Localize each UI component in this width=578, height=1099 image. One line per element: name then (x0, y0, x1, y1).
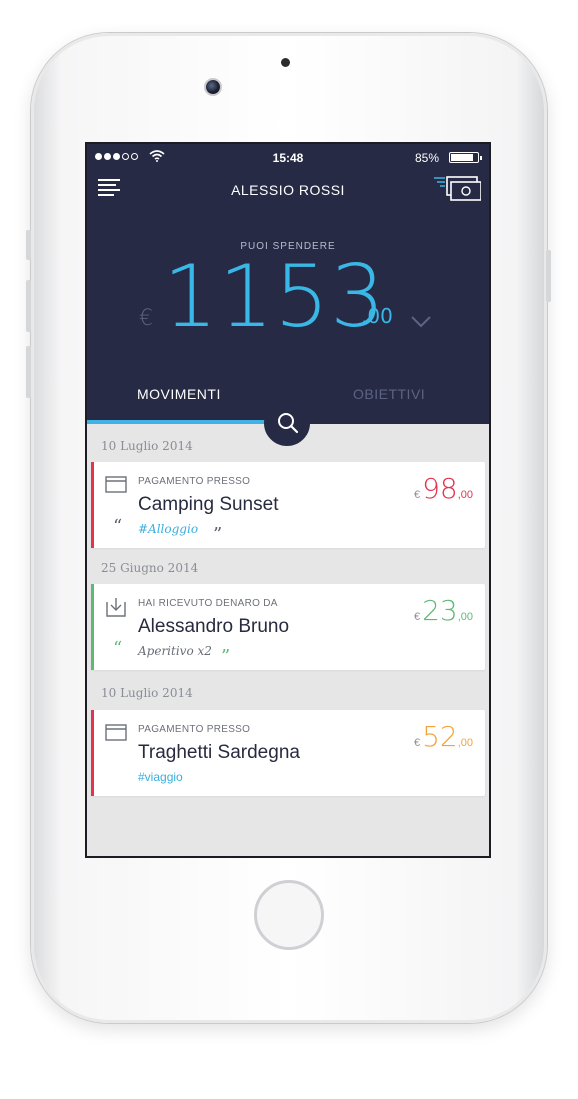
status-bar-indicator (91, 710, 94, 796)
transaction-tag[interactable]: #Alloggio (138, 522, 198, 536)
transaction-card[interactable]: HAI RICEVUTO DENARO DA Alessandro Bruno … (91, 584, 485, 670)
transaction-card[interactable]: PAGAMENTO PRESSO Traghetti Sardegna #via… (91, 710, 485, 796)
status-bar: 15:48 85% (87, 150, 489, 166)
app-screen: 15:48 85% ALESSIO ROSSI PUOI SPENDERE € … (85, 142, 491, 858)
date-label: 10 Luglio 2014 (101, 439, 193, 453)
mute-switch (26, 230, 31, 260)
home-button[interactable] (254, 880, 324, 950)
transaction-card[interactable]: PAGAMENTO PRESSO Camping Sunset “ #Allog… (91, 462, 485, 548)
quote-open-icon: “ (113, 516, 123, 537)
amount-currency: € (413, 737, 421, 749)
quote-close-icon: ” (221, 646, 231, 667)
active-tab-indicator (87, 420, 288, 424)
money-transfer-icon[interactable] (433, 174, 481, 204)
transaction-title: Traghetti Sardegna (138, 742, 300, 763)
volume-up-button (26, 280, 31, 332)
user-name: ALESSIO ROSSI (231, 182, 345, 198)
amount-cents: ,00 (457, 489, 473, 501)
amount-currency: € (413, 489, 421, 501)
app-header: 15:48 85% ALESSIO ROSSI PUOI SPENDERE € … (87, 144, 489, 424)
tab-obiettivi[interactable]: OBIETTIVI (353, 386, 425, 402)
status-bar-indicator (91, 584, 94, 670)
status-bar-indicator (91, 462, 94, 548)
tab-movimenti[interactable]: MOVIMENTI (137, 386, 221, 402)
battery-icon (449, 152, 482, 163)
transaction-amount: € 98 ,00 (414, 472, 473, 505)
amount-currency: € (413, 611, 421, 623)
amount-cents: ,00 (457, 737, 473, 749)
card-icon (105, 724, 127, 741)
power-button (546, 250, 551, 302)
transaction-tag[interactable]: #viaggio (138, 770, 183, 784)
search-icon (278, 413, 299, 434)
battery-percent: 85% (414, 151, 439, 165)
chevron-down-icon[interactable] (411, 316, 431, 328)
quote-close-icon: ” (213, 524, 223, 545)
transaction-title: Alessandro Bruno (138, 616, 290, 637)
transaction-kicker: HAI RICEVUTO DENARO DA (138, 598, 278, 609)
balance-currency: € (139, 306, 153, 331)
amount-integer: 23 (422, 594, 458, 627)
transaction-note: Aperitivo x2 (138, 644, 212, 658)
balance-integer: 1153 (163, 247, 386, 347)
amount-cents: ,00 (457, 611, 473, 623)
date-label: 25 Giugno 2014 (101, 561, 199, 575)
card-icon (105, 476, 127, 493)
download-icon (106, 598, 126, 617)
quote-open-icon: “ (113, 638, 123, 659)
transaction-amount: € 23 ,00 (414, 594, 473, 627)
transaction-amount: € 52 ,00 (414, 720, 473, 753)
front-camera (206, 80, 220, 94)
transaction-title: Camping Sunset (138, 494, 279, 515)
amount-integer: 52 (422, 720, 458, 753)
amount-integer: 98 (422, 472, 458, 505)
speaker-dot (281, 58, 290, 67)
date-label: 10 Luglio 2014 (101, 686, 193, 700)
transaction-kicker: PAGAMENTO PRESSO (138, 476, 251, 487)
volume-down-button (26, 346, 31, 398)
balance-decimal: ,00 (361, 304, 393, 328)
search-button[interactable] (264, 400, 310, 446)
transaction-kicker: PAGAMENTO PRESSO (138, 724, 251, 735)
